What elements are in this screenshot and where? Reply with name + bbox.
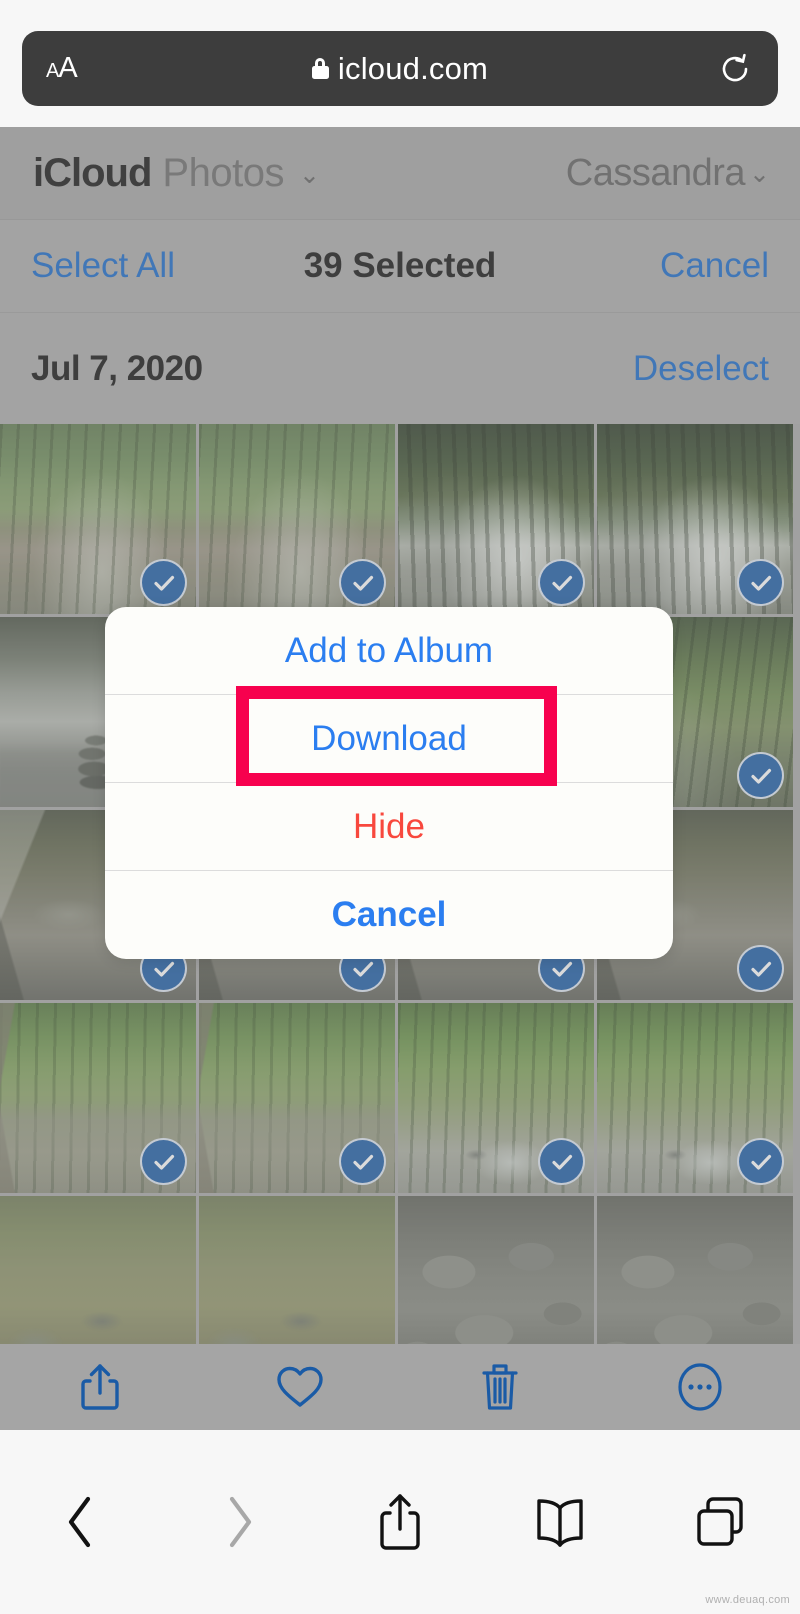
- checkmark-circle-icon[interactable]: [737, 1138, 784, 1185]
- action-sheet-item-cancel[interactable]: Cancel: [105, 871, 673, 959]
- action-sheet-dialog: Add to AlbumDownloadHideCancel: [105, 607, 673, 959]
- back-button[interactable]: [0, 1494, 160, 1550]
- photo-grid-row: [0, 1003, 800, 1193]
- checkmark-circle-icon[interactable]: [538, 1138, 585, 1185]
- share-button[interactable]: [320, 1492, 480, 1552]
- checkmark-circle-icon[interactable]: [140, 1138, 187, 1185]
- checkmark-circle-icon[interactable]: [737, 559, 784, 606]
- photo-grid-row: [0, 424, 800, 614]
- checkmark-circle-icon[interactable]: [339, 559, 386, 606]
- bookmarks-button[interactable]: [480, 1496, 640, 1548]
- chevron-down-icon: ⌄: [749, 159, 770, 189]
- checkmark-circle-icon[interactable]: [737, 752, 784, 799]
- photo-tile[interactable]: [0, 1003, 196, 1193]
- photo-thumbnail: [199, 1196, 395, 1344]
- selection-toolbar: Select All 39 Selected Cancel: [0, 220, 800, 313]
- photo-thumbnail: [398, 1196, 594, 1344]
- action-sheet-item-hide[interactable]: Hide: [105, 783, 673, 871]
- photo-tile[interactable]: [0, 424, 196, 614]
- tabs-button[interactable]: [640, 1496, 800, 1548]
- account-menu[interactable]: Cassandra ⌄: [566, 152, 770, 195]
- chevron-down-icon[interactable]: ⌄: [299, 160, 320, 190]
- photo-tile[interactable]: [597, 424, 793, 614]
- deselect-button[interactable]: Deselect: [633, 349, 769, 389]
- cancel-selection-button[interactable]: Cancel: [660, 246, 769, 286]
- watermark: www.deuaq.com: [705, 1594, 790, 1606]
- phone-screenshot: AA icloud.com iCloud Photos ⌄: [0, 0, 800, 1614]
- checkmark-circle-icon[interactable]: [140, 559, 187, 606]
- photo-thumbnail: [597, 1196, 793, 1344]
- tabs-icon: [695, 1496, 745, 1548]
- action-sheet-item-download[interactable]: Download: [105, 695, 673, 783]
- action-sheet-item-add-to-album[interactable]: Add to Album: [105, 607, 673, 695]
- date-section-header: Jul 7, 2020 Deselect: [0, 313, 800, 424]
- chevron-left-icon: [63, 1494, 97, 1550]
- photo-tile[interactable]: [199, 424, 395, 614]
- photo-tile[interactable]: [597, 1003, 793, 1193]
- reload-icon[interactable]: [718, 52, 752, 86]
- checkmark-circle-icon[interactable]: [737, 945, 784, 992]
- photo-tile[interactable]: [398, 424, 594, 614]
- url-display: icloud.com: [22, 51, 778, 87]
- account-name: Cassandra: [566, 152, 745, 195]
- trash-icon: [479, 1362, 521, 1412]
- brand-icloud: iCloud: [33, 151, 151, 196]
- share-icon: [78, 1362, 122, 1412]
- photos-action-toolbar: [0, 1344, 800, 1430]
- safari-bottom-nav: www.deuaq.com: [0, 1430, 800, 1614]
- app-brand[interactable]: iCloud Photos ⌄: [33, 151, 320, 196]
- lock-icon: [312, 58, 329, 79]
- photo-tile[interactable]: [199, 1003, 395, 1193]
- photo-tile[interactable]: [398, 1196, 594, 1344]
- photo-thumbnail: [0, 1196, 196, 1344]
- book-icon: [534, 1496, 586, 1548]
- app-title-bar: iCloud Photos ⌄ Cassandra ⌄: [0, 127, 800, 220]
- section-date-label: Jul 7, 2020: [31, 349, 203, 389]
- url-text: icloud.com: [338, 51, 488, 87]
- checkmark-circle-icon[interactable]: [538, 559, 585, 606]
- share-icon: [377, 1492, 423, 1552]
- favorite-button[interactable]: [200, 1364, 400, 1410]
- photo-tile[interactable]: [398, 1003, 594, 1193]
- address-bar[interactable]: AA icloud.com: [22, 31, 778, 106]
- ellipsis-circle-icon: [676, 1361, 724, 1413]
- forward-button: [160, 1494, 320, 1550]
- safari-top-bar: AA icloud.com: [0, 0, 800, 127]
- checkmark-circle-icon[interactable]: [339, 1138, 386, 1185]
- delete-button[interactable]: [400, 1362, 600, 1412]
- chevron-right-icon: [223, 1494, 257, 1550]
- brand-photos: Photos: [162, 151, 284, 196]
- more-options-button[interactable]: [600, 1361, 800, 1413]
- photo-grid-row: [0, 1196, 800, 1344]
- share-button[interactable]: [0, 1362, 200, 1412]
- photo-tile[interactable]: [0, 1196, 196, 1344]
- heart-icon: [275, 1364, 325, 1410]
- photo-tile[interactable]: [199, 1196, 395, 1344]
- photo-tile[interactable]: [597, 1196, 793, 1344]
